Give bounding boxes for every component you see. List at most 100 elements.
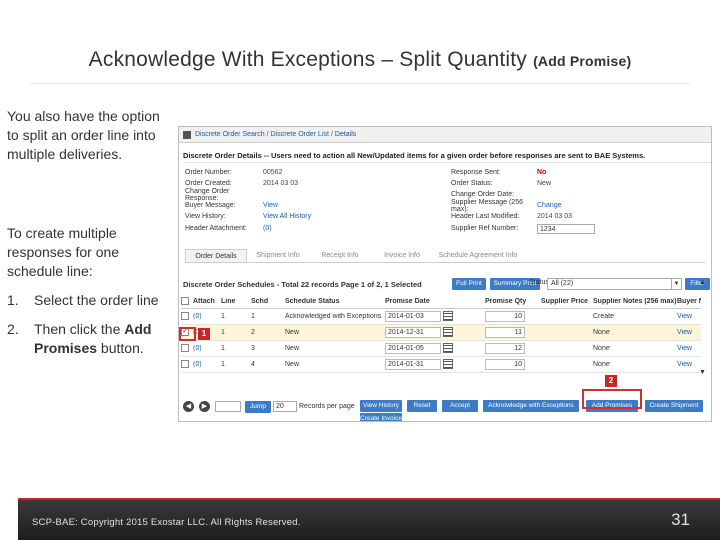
field-header-last-modified: Header Last Modified: 2014 03 03	[451, 213, 573, 220]
buyer-notes-view-link[interactable]: View	[677, 329, 701, 336]
supplier-notes-cell[interactable]: Create	[593, 313, 677, 320]
table-row[interactable]: (0) 1 4 New 2014-01-31 10 None View	[181, 357, 701, 373]
row-checkbox[interactable]	[181, 343, 189, 352]
per-page-select[interactable]: 20	[273, 401, 297, 412]
intro-text: You also have the option to split an ord…	[7, 108, 160, 162]
create-text: To create multiple responses for one sch…	[7, 225, 120, 279]
supplier-ref-input[interactable]: 1234	[537, 223, 595, 234]
field-buyer-message: Buyer Message: View	[185, 202, 279, 209]
promise-date-input[interactable]: 2014-01-31	[385, 359, 441, 370]
schedule-cell: 3	[251, 345, 255, 352]
field-order-status: Order Status: New	[451, 180, 552, 187]
attachment-link[interactable]: (0)	[193, 345, 221, 352]
vertical-scrollbar[interactable]: ▲ ▼	[699, 279, 706, 379]
field-order-number: Order Number: 00562	[185, 169, 283, 176]
breadcrumb: Discrete Order Search / Discrete Order L…	[179, 127, 711, 143]
table-row[interactable]: (0) 1 3 New 2014-01-05 12 None View	[181, 341, 701, 357]
app-screenshot: Discrete Order Search / Discrete Order L…	[178, 126, 712, 422]
field-response-sent: Response Sent: No	[451, 169, 547, 176]
buyer-notes-view-link[interactable]: View	[677, 313, 701, 320]
reset-button[interactable]: Reset	[407, 400, 437, 412]
tab-receipt-info[interactable]: Receipt Info	[309, 249, 371, 262]
supplier-notes-cell[interactable]: None	[593, 329, 677, 336]
add-promises-highlight	[582, 389, 642, 409]
buyer-message-link[interactable]: View	[263, 202, 278, 209]
tab-shipment-info[interactable]: Shipment Info	[247, 249, 309, 262]
field-supplier-message: Supplier Message (256 max): Change	[451, 198, 562, 213]
supplier-notes-cell[interactable]: None	[593, 345, 677, 352]
line-cell: 1	[221, 329, 225, 336]
promise-date-input[interactable]: 2014-12-31	[385, 327, 441, 338]
field-supplier-ref-number: Supplier Ref Number: 1234	[451, 223, 595, 234]
attachment-link[interactable]: (0)	[193, 361, 221, 368]
view-history-button[interactable]: View History	[360, 400, 402, 412]
page-input[interactable]	[215, 401, 241, 412]
breadcrumb-order-list[interactable]: Discrete Order List	[271, 131, 329, 138]
calendar-icon[interactable]	[442, 327, 453, 338]
field-change-order-response: Change Order Response:	[185, 187, 230, 202]
select-row-highlight	[179, 327, 196, 341]
promise-date-input[interactable]: 2014-01-05	[385, 343, 441, 354]
table-row[interactable]: (0) 1 1 Acknowledged with Exceptions 2014-01…	[181, 309, 701, 325]
select-all-checkbox[interactable]	[181, 296, 189, 305]
accept-button[interactable]: Accept	[442, 400, 478, 412]
full-print-button[interactable]: Full Print	[452, 278, 486, 290]
view-all-history-link[interactable]: View All History	[263, 213, 311, 220]
acknowledge-with-exceptions-button[interactable]: Acknowledge with Exceptions	[483, 400, 579, 412]
row-checkbox[interactable]	[181, 311, 189, 320]
status-cell: New	[285, 361, 300, 368]
tab-order-details[interactable]: Order Details	[185, 249, 247, 262]
jump-button[interactable]: Jump	[245, 401, 271, 413]
line-cell: 1	[221, 345, 225, 352]
line-cell: 1	[221, 313, 225, 320]
status-cell: Acknowledged with Exceptions	[285, 313, 382, 320]
supplier-notes-cell[interactable]: None	[593, 361, 677, 368]
status-select[interactable]: All (22) ▼	[547, 278, 682, 290]
buyer-notes-view-link[interactable]: View	[677, 361, 701, 368]
footer-copyright: SCP-BAE: Copyright 2015 Exostar LLC. All…	[32, 517, 301, 528]
footer-accent-line	[18, 498, 720, 500]
scroll-up-icon[interactable]: ▲	[699, 279, 706, 286]
slide-title: Acknowledge With Exceptions – Split Quan…	[0, 48, 720, 72]
header-attachment-link[interactable]: (0)	[263, 225, 272, 232]
promise-qty-input[interactable]: 10	[485, 311, 525, 322]
calendar-icon[interactable]	[442, 311, 453, 322]
prev-page-icon[interactable]: ◀	[183, 401, 194, 412]
tab-invoice-info[interactable]: Invoice Info	[371, 249, 433, 262]
buyer-notes-view-link[interactable]: View	[677, 345, 701, 352]
table-row[interactable]: (0)12New2014-12-31 11NoneView	[181, 325, 701, 341]
title-divider	[30, 83, 690, 84]
supplier-message-change-link[interactable]: Change	[537, 202, 562, 209]
filter-button[interactable]: Filter	[685, 278, 710, 290]
promise-qty-input[interactable]: 11	[485, 327, 525, 338]
line-cell: 1	[221, 361, 225, 368]
status-cell: New	[285, 345, 300, 352]
breadcrumb-home-icon	[183, 130, 191, 139]
title-main: Acknowledge With Exceptions – Split Quan…	[88, 48, 528, 71]
schedule-cell: 4	[251, 361, 255, 368]
promise-qty-input[interactable]: 10	[485, 359, 525, 370]
tab-schedule-agreement-info[interactable]: Schedule Agreement Info	[433, 249, 523, 262]
steps-list: 1. Select the order line 2. Then click t…	[7, 291, 177, 368]
callout-1: 1	[198, 328, 210, 340]
field-header-attachment: Header Attachment: (0)	[185, 225, 272, 232]
promise-date-input[interactable]: 2014-01-03	[385, 311, 441, 322]
page-number: 31	[671, 510, 690, 529]
schedules-table: Attach Line Schd Schedule Status Promise…	[181, 295, 701, 373]
schedule-cell: 1	[251, 313, 255, 320]
calendar-icon[interactable]	[442, 343, 453, 354]
breadcrumb-details: Details	[334, 131, 357, 138]
breadcrumb-order-search[interactable]: Discrete Order Search	[195, 131, 265, 138]
detail-tabs: Order Details Shipment Info Receipt Info…	[185, 249, 705, 263]
calendar-icon[interactable]	[442, 359, 453, 370]
create-shipment-button[interactable]: Create Shipment	[645, 400, 703, 412]
create-invoice-button[interactable]: Create Invoice	[360, 413, 402, 421]
title-suffix: (Add Promise)	[533, 53, 632, 69]
step-1: 1. Select the order line	[7, 292, 159, 308]
row-checkbox[interactable]	[181, 359, 189, 368]
attachment-link[interactable]: (0)	[193, 313, 221, 320]
scroll-down-icon[interactable]: ▼	[699, 369, 706, 376]
next-page-icon[interactable]: ▶	[199, 401, 210, 412]
promise-qty-input[interactable]: 12	[485, 343, 525, 354]
records-per-page-label: Records per page	[299, 403, 355, 410]
